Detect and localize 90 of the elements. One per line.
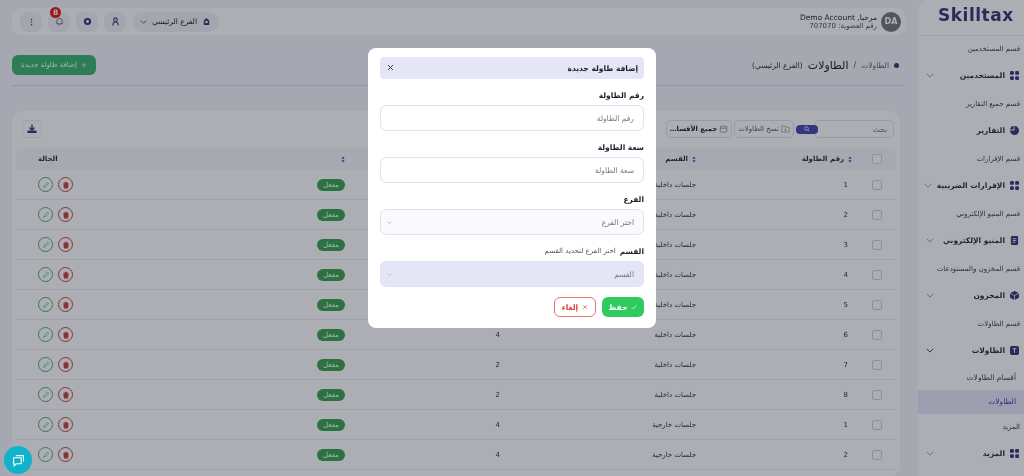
row-checkbox[interactable] bbox=[872, 209, 882, 220]
store-icon bbox=[201, 17, 211, 26]
trash-icon bbox=[61, 330, 70, 339]
folder-icon bbox=[781, 125, 790, 133]
delete-button[interactable] bbox=[58, 447, 73, 462]
chat-button[interactable] bbox=[4, 446, 32, 474]
breadcrumb-dot bbox=[894, 62, 899, 68]
plus-icon bbox=[80, 62, 87, 68]
download-button[interactable] bbox=[22, 120, 42, 138]
more-button[interactable] bbox=[20, 11, 42, 32]
chevron-icon bbox=[387, 272, 392, 276]
pencil-icon bbox=[41, 420, 50, 429]
delete-button[interactable] bbox=[58, 267, 73, 282]
row-checkbox[interactable] bbox=[872, 359, 882, 370]
edit-button[interactable] bbox=[38, 357, 53, 372]
delete-button[interactable] bbox=[58, 177, 73, 192]
delete-button[interactable] bbox=[58, 207, 73, 222]
sort-icon[interactable] bbox=[341, 155, 345, 163]
pie-chart-icon bbox=[1010, 126, 1019, 135]
search-button[interactable] bbox=[796, 124, 818, 134]
trash-icon bbox=[61, 240, 70, 249]
delete-button[interactable] bbox=[58, 387, 73, 402]
edit-button[interactable] bbox=[38, 447, 53, 462]
row-checkbox[interactable] bbox=[872, 239, 882, 250]
trash-icon bbox=[61, 360, 70, 369]
grid-icon bbox=[1010, 71, 1019, 80]
row-checkbox[interactable] bbox=[872, 179, 882, 190]
chevron-icon bbox=[387, 220, 392, 224]
person-icon bbox=[110, 17, 120, 26]
row-checkbox[interactable] bbox=[872, 299, 882, 310]
pencil-icon bbox=[41, 450, 50, 459]
grid-icon bbox=[1010, 449, 1019, 458]
edit-button[interactable] bbox=[38, 207, 53, 222]
edit-button[interactable] bbox=[38, 327, 53, 342]
trash-icon bbox=[61, 450, 70, 459]
ring-icon bbox=[82, 17, 92, 26]
chat-icon bbox=[11, 453, 25, 467]
pencil-icon bbox=[41, 270, 50, 279]
search-icon bbox=[804, 126, 810, 132]
trash-icon bbox=[61, 270, 70, 279]
bell-icon bbox=[54, 17, 64, 26]
trash-icon bbox=[61, 210, 70, 219]
pencil-icon bbox=[41, 210, 50, 219]
trash-icon bbox=[61, 420, 70, 429]
sort-icon[interactable] bbox=[848, 155, 852, 163]
edit-button[interactable] bbox=[38, 177, 53, 192]
close-button[interactable] bbox=[386, 64, 394, 72]
box-icon bbox=[1010, 291, 1019, 300]
edit-button[interactable] bbox=[38, 267, 53, 282]
edit-button[interactable] bbox=[38, 237, 53, 252]
row-checkbox[interactable] bbox=[872, 419, 882, 430]
breadcrumb-separator: / bbox=[853, 60, 857, 70]
edit-button[interactable] bbox=[38, 297, 53, 312]
pencil-icon bbox=[41, 180, 50, 189]
delete-button[interactable] bbox=[58, 357, 73, 372]
row-checkbox[interactable] bbox=[872, 269, 882, 280]
settings-button[interactable] bbox=[76, 11, 98, 32]
pencil-icon bbox=[41, 390, 50, 399]
user-button[interactable] bbox=[104, 11, 126, 32]
table-icon bbox=[1010, 346, 1019, 355]
row-checkbox[interactable] bbox=[872, 449, 882, 460]
row-checkbox[interactable] bbox=[872, 389, 882, 400]
avatar[interactable]: DA bbox=[881, 11, 901, 32]
sort-icon[interactable] bbox=[692, 155, 696, 163]
more-icon bbox=[29, 17, 33, 26]
download-icon bbox=[27, 124, 37, 134]
trash-icon bbox=[61, 390, 70, 399]
edit-button[interactable] bbox=[38, 387, 53, 402]
delete-button[interactable] bbox=[58, 237, 73, 252]
delete-button[interactable] bbox=[58, 417, 73, 432]
delete-button[interactable] bbox=[58, 297, 73, 312]
edit-button[interactable] bbox=[38, 417, 53, 432]
close-icon bbox=[387, 64, 394, 71]
row-checkbox[interactable] bbox=[872, 329, 882, 340]
pencil-icon bbox=[41, 330, 50, 339]
logo: Skilltax bbox=[918, 0, 1024, 36]
page-title: الطاولات bbox=[807, 58, 849, 72]
trash-icon bbox=[61, 180, 70, 189]
delete-button[interactable] bbox=[58, 327, 73, 342]
calendar-icon bbox=[719, 125, 729, 133]
document-icon bbox=[1010, 236, 1019, 245]
select-all-checkbox[interactable] bbox=[872, 154, 882, 164]
pencil-icon bbox=[41, 300, 50, 309]
pencil-icon bbox=[41, 360, 50, 369]
check-icon bbox=[631, 304, 638, 310]
chevron-icon bbox=[140, 19, 147, 24]
close-icon bbox=[582, 304, 589, 310]
grid-icon bbox=[1010, 181, 1019, 190]
trash-icon bbox=[61, 300, 70, 309]
pencil-icon bbox=[41, 240, 50, 249]
